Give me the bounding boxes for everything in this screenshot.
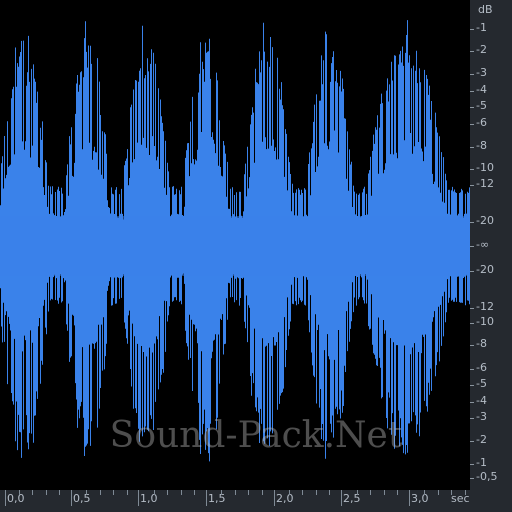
time-ruler[interactable]: 0,0 0,5 1,0 1,5 2,0 2,5 3,0 sec <box>0 490 512 512</box>
db-tick <box>470 369 474 370</box>
db-tick <box>470 308 474 309</box>
db-tick <box>470 271 474 272</box>
time-tick <box>71 490 72 506</box>
time-minor-tick <box>127 490 128 495</box>
db-tick <box>470 91 474 92</box>
db-label: -20 <box>476 214 494 227</box>
time-minor-tick <box>438 490 439 495</box>
db-label: -10 <box>476 315 494 328</box>
time-minor-tick <box>357 490 358 495</box>
time-minor-tick <box>397 490 398 495</box>
time-minor-tick <box>316 490 317 495</box>
time-label: 0,5 <box>73 492 91 505</box>
time-minor-tick <box>221 490 222 495</box>
db-tick <box>470 222 474 223</box>
db-tick <box>470 185 474 186</box>
db-tick <box>470 29 474 30</box>
db-label: -8 <box>476 139 487 152</box>
time-minor-tick <box>302 490 303 495</box>
db-unit-label: dB <box>478 3 493 16</box>
time-minor-tick <box>248 490 249 495</box>
time-minor-tick <box>154 490 155 495</box>
time-minor-tick <box>100 490 101 495</box>
db-tick <box>470 402 474 403</box>
db-label: -12 <box>476 177 494 190</box>
db-label: -∞ <box>476 238 490 251</box>
time-tick <box>206 490 207 506</box>
time-unit-label: sec <box>451 492 470 505</box>
time-label: 1,5 <box>208 492 226 505</box>
db-tick <box>470 74 474 75</box>
db-tick <box>470 169 474 170</box>
db-tick <box>470 385 474 386</box>
time-minor-tick <box>181 490 182 495</box>
db-label: -4 <box>476 83 487 96</box>
time-tick <box>138 490 139 506</box>
time-minor-tick <box>32 490 33 495</box>
time-minor-tick <box>194 490 195 495</box>
time-label: 0,0 <box>7 492 25 505</box>
db-label: -8 <box>476 337 487 350</box>
db-label: -1 <box>476 456 487 469</box>
waveform-core-band <box>0 216 470 276</box>
db-tick <box>470 478 474 479</box>
watermark: Sound-Pack.Net <box>109 415 403 456</box>
db-tick <box>470 345 474 346</box>
db-label: -1 <box>476 21 487 34</box>
db-label: -2 <box>476 43 487 56</box>
time-minor-tick <box>59 490 60 495</box>
db-label: -4 <box>476 394 487 407</box>
time-minor-tick <box>235 490 236 495</box>
time-minor-tick <box>370 490 371 495</box>
db-tick <box>470 107 474 108</box>
time-minor-tick <box>465 490 466 495</box>
time-minor-tick <box>262 490 263 495</box>
time-minor-tick <box>451 490 452 495</box>
time-minor-tick <box>167 490 168 495</box>
db-label: -20 <box>476 263 494 276</box>
db-label: -10 <box>476 161 494 174</box>
time-minor-tick <box>424 490 425 495</box>
db-label: -3 <box>476 66 487 79</box>
time-minor-tick <box>113 490 114 495</box>
db-label: -0,5 <box>476 470 498 483</box>
time-minor-tick <box>289 490 290 495</box>
db-tick <box>470 246 474 247</box>
time-label: 2,0 <box>276 492 294 505</box>
db-tick <box>470 464 474 465</box>
db-tick <box>470 51 474 52</box>
time-tick <box>409 490 410 506</box>
db-tick <box>470 147 474 148</box>
time-label: 3,0 <box>411 492 429 505</box>
db-tick <box>470 124 474 125</box>
time-minor-tick <box>86 490 87 495</box>
time-minor-tick <box>19 490 20 495</box>
time-tick <box>5 490 6 506</box>
time-tick <box>274 490 275 506</box>
time-minor-tick <box>46 490 47 495</box>
time-minor-tick <box>329 490 330 495</box>
time-tick <box>341 490 342 506</box>
db-label: -5 <box>476 377 487 390</box>
time-minor-tick <box>384 490 385 495</box>
db-tick <box>470 323 474 324</box>
db-label: -5 <box>476 99 487 112</box>
db-label: -12 <box>476 300 494 313</box>
db-label: -6 <box>476 116 487 129</box>
db-label: -6 <box>476 361 487 374</box>
